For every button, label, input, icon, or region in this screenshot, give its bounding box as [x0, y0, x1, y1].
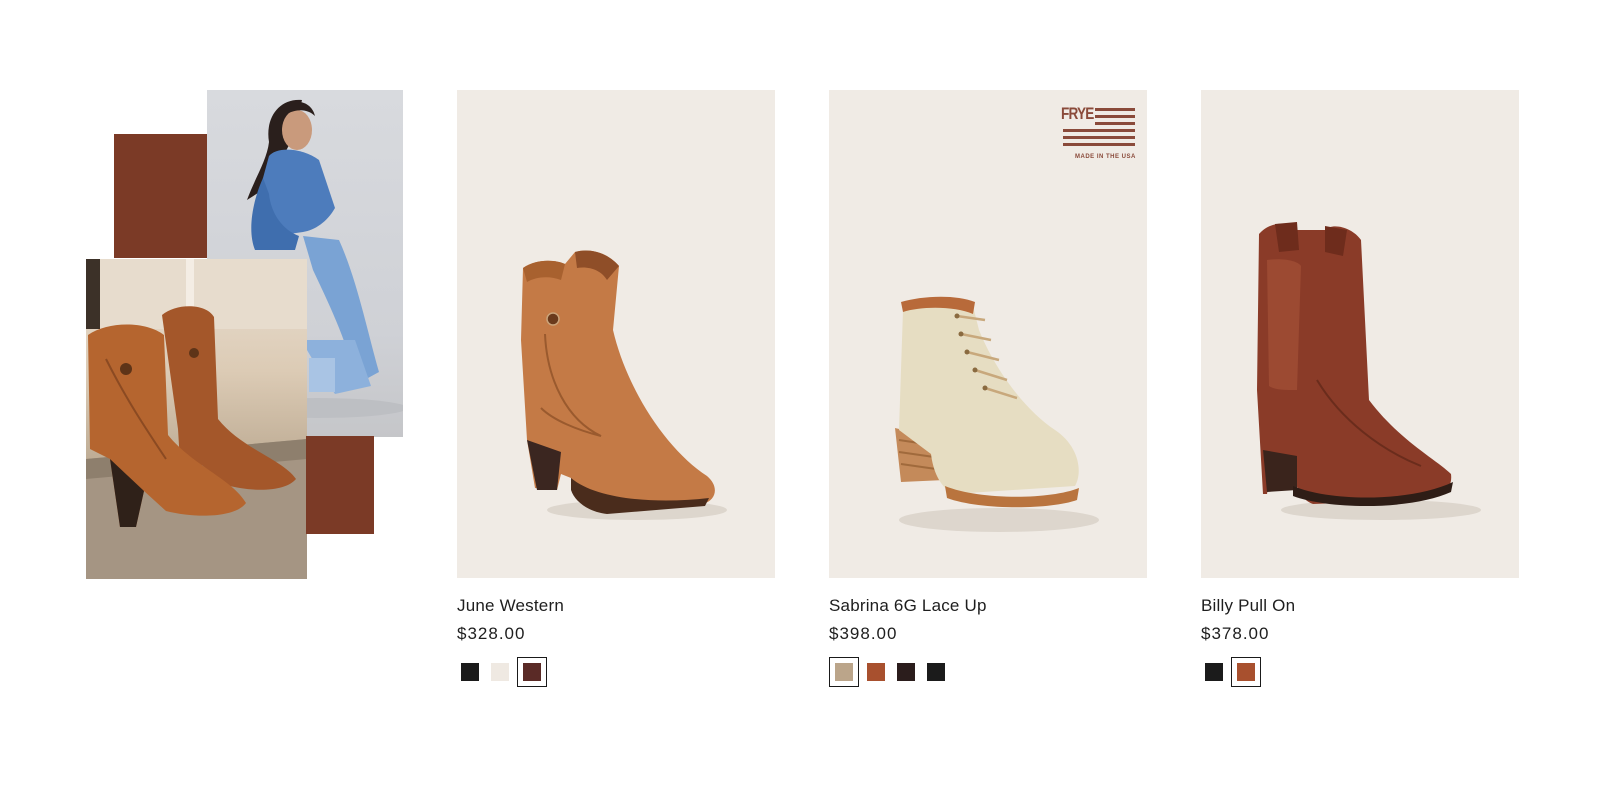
- product-image[interactable]: [457, 90, 775, 578]
- boots-illustration: [86, 259, 307, 579]
- badge-brand: FRYE: [1061, 104, 1094, 123]
- swatch-dark-brown[interactable]: [893, 659, 919, 685]
- swatch-black[interactable]: [457, 659, 483, 685]
- product-name[interactable]: Billy Pull On: [1201, 595, 1519, 617]
- product-price: $378.00: [1201, 624, 1270, 643]
- product-card-billy-pull-on[interactable]: Billy Pull On $378.00: [1201, 90, 1519, 687]
- product-price: $328.00: [457, 624, 526, 643]
- swatch-black[interactable]: [923, 659, 949, 685]
- color-swatches: [829, 657, 1147, 687]
- swatch-dark-brown[interactable]: [517, 657, 547, 687]
- badge-caption: MADE IN THE USA: [1075, 154, 1136, 160]
- product-image[interactable]: [1201, 90, 1519, 578]
- boots-lifestyle-photo[interactable]: [86, 259, 307, 579]
- product-price: $398.00: [829, 624, 898, 643]
- made-in-usa-badge: FRYE MADE IN THE USA: [1061, 98, 1137, 162]
- swatch-black[interactable]: [1201, 659, 1227, 685]
- product-card-june-western[interactable]: June Western $328.00: [457, 90, 775, 687]
- accent-block-bottom: [306, 436, 374, 534]
- accent-block-top: [114, 134, 207, 258]
- product-image[interactable]: FRYE MADE IN THE USA: [829, 90, 1147, 578]
- product-name[interactable]: June Western: [457, 595, 775, 617]
- billy-boot-illustration: [1257, 222, 1481, 520]
- swatch-white[interactable]: [487, 659, 513, 685]
- color-swatches: [1201, 657, 1519, 687]
- swatch-cognac[interactable]: [863, 659, 889, 685]
- sabrina-boot-illustration: [895, 296, 1099, 532]
- editorial-collage: [0, 0, 420, 600]
- swatch-cognac[interactable]: [1231, 657, 1261, 687]
- product-name[interactable]: Sabrina 6G Lace Up: [829, 595, 1147, 617]
- product-card-sabrina-6g-lace-up[interactable]: FRYE MADE IN THE USA Sabrina 6G Lace Up …: [829, 90, 1147, 687]
- swatch-natural[interactable]: [829, 657, 859, 687]
- color-swatches: [457, 657, 775, 687]
- june-western-boot-illustration: [521, 250, 727, 520]
